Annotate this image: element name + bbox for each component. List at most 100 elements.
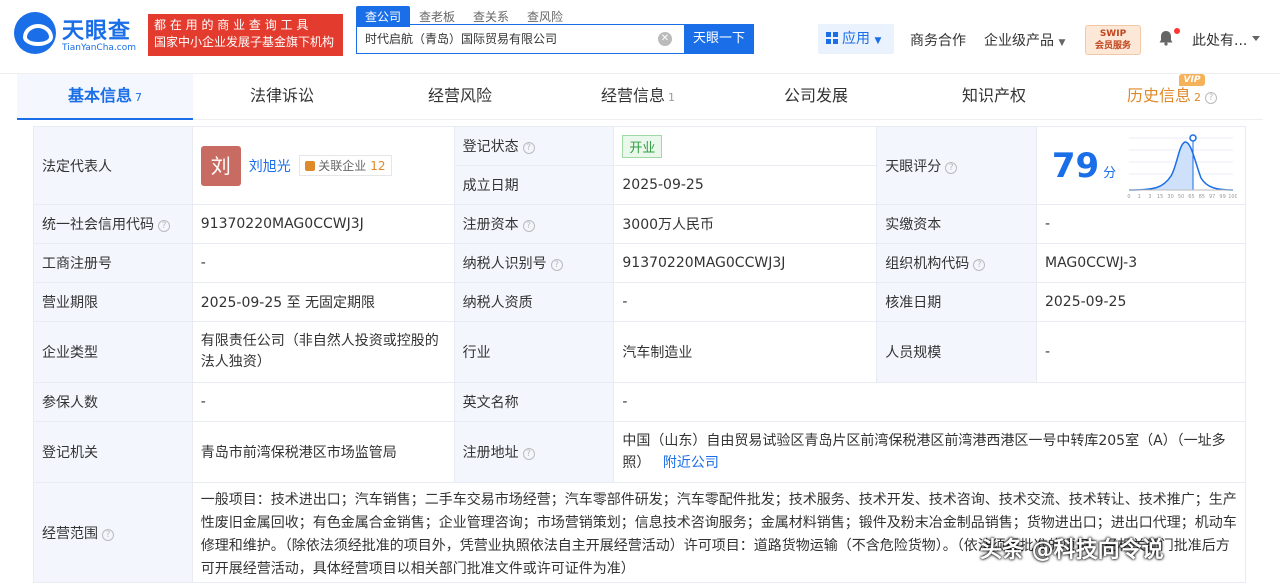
search-button[interactable]: 天眼一下 xyxy=(684,24,754,54)
score-chart-tick: 50 xyxy=(1178,194,1184,200)
tab-legal[interactable]: 法律诉讼 xyxy=(193,74,371,120)
help-icon[interactable]: ? xyxy=(522,142,535,154)
tab-operation[interactable]: 经营信息 1 xyxy=(549,74,727,120)
score-unit: 分 xyxy=(1103,165,1117,181)
user-name[interactable]: 此处有... xyxy=(1192,30,1247,50)
help-icon[interactable]: ? xyxy=(522,448,535,460)
staff-size-value: - xyxy=(1035,321,1247,383)
help-icon[interactable]: ? xyxy=(102,528,114,541)
clear-icon[interactable]: ✕ xyxy=(658,32,672,46)
swip-member-button[interactable]: SWIP 会员服务 xyxy=(1085,25,1141,55)
logo[interactable]: 天眼查 TianYanCha.com xyxy=(14,12,136,54)
paid-capital-label: 实缴资本 xyxy=(876,204,1037,244)
org-code-value[interactable]: MAG0CCWJ-3 xyxy=(1035,243,1247,283)
reg-authority-value: 青岛市前湾保税港区市场监管局 xyxy=(191,421,455,483)
score-display: 79 分 xyxy=(1043,146,1125,186)
chevron-down-icon: ▼ xyxy=(1058,38,1066,48)
english-name-label: 英文名称 xyxy=(453,382,615,422)
nav-enterprise[interactable]: 企业级产品 ▼ xyxy=(984,30,1065,50)
company-type-label: 企业类型 xyxy=(33,321,193,383)
score-chart-tick: 0 xyxy=(1127,194,1130,200)
nav-enterprise-label: 企业级产品 xyxy=(984,33,1054,49)
nav-business[interactable]: 商务合作 xyxy=(910,30,966,50)
english-name-value: - xyxy=(613,382,1246,422)
tab-count: 1 xyxy=(668,91,675,104)
vip-badge: VIP xyxy=(1179,74,1205,86)
found-date-label: 成立日期 xyxy=(453,165,615,205)
scope-label: 经营范围 xyxy=(42,525,98,542)
tab-basic-info[interactable]: 基本信息 7 xyxy=(17,74,193,120)
help-icon[interactable]: ? xyxy=(1205,92,1217,104)
reg-capital-label-cell: 注册资本? xyxy=(453,204,615,244)
help-icon[interactable]: ? xyxy=(550,259,563,271)
avatar[interactable]: 刘 xyxy=(200,145,241,186)
credit-code-label: 统一社会信用代码 xyxy=(42,217,154,233)
score-cell[interactable]: 79 分 0 1 3 15 30 50 65 85 97 99 100 xyxy=(1035,126,1247,205)
legal-rep-name[interactable]: 刘旭光 xyxy=(249,159,291,175)
nearby-companies-link[interactable]: 附近公司 xyxy=(663,455,719,471)
score-chart-tick: 65 xyxy=(1188,194,1194,200)
help-icon[interactable]: ? xyxy=(158,220,170,232)
reg-status-cell: 开业 xyxy=(613,126,878,166)
swip-label: SWIP xyxy=(1099,29,1127,39)
top-bar: 天眼查 TianYanCha.com 都 在 用 的 商 业 查 询 工 具 国… xyxy=(0,0,1280,74)
tab-label: 法律诉讼 xyxy=(249,86,314,105)
help-icon[interactable]: ? xyxy=(973,259,986,271)
search-input-value: 时代启航（青岛）国际贸易有限公司 xyxy=(365,32,558,46)
biz-term-value: 2025-09-25 至 无固定期限 xyxy=(191,282,455,322)
biz-term-label: 营业期限 xyxy=(33,282,193,322)
industry-value: 汽车制造业 xyxy=(613,321,878,383)
slogan-line1: 都 在 用 的 商 业 查 询 工 具 xyxy=(154,18,309,32)
biz-reg-no-label: 工商注册号 xyxy=(33,243,193,283)
legal-rep-cell: 刘刘旭光 关联企业 12 xyxy=(191,126,455,205)
caret-down-icon: ▼ xyxy=(874,36,882,46)
score-chart-tick: 100 xyxy=(1228,194,1237,200)
score-chart-tick: 97 xyxy=(1209,194,1215,200)
tab-history[interactable]: 历史信息 2? xyxy=(1083,74,1261,120)
score-distribution-chart: 0 1 3 15 30 50 65 85 97 99 100 xyxy=(1127,133,1237,200)
score-value: 79 xyxy=(1051,145,1100,186)
industry-label: 行业 xyxy=(453,321,615,383)
score-chart-tick: 3 xyxy=(1148,194,1151,200)
reg-status-label: 登记状态 xyxy=(462,139,519,155)
tab-ip[interactable]: 知识产权 xyxy=(905,74,1083,120)
bell-icon[interactable] xyxy=(1158,30,1174,46)
score-label-cell: 天眼评分? xyxy=(876,126,1037,205)
credit-code-value[interactable]: 91370220MAG0CCWJ3J xyxy=(191,204,455,244)
related-count: 12 xyxy=(370,159,386,173)
org-code-label: 组织机构代码 xyxy=(885,256,970,272)
scope-label-cell: 经营范围? xyxy=(33,482,193,583)
reg-capital-label: 注册资本 xyxy=(462,217,519,233)
watermark: 头条 @科技向令说 xyxy=(980,538,1164,563)
tab-label: 基本信息 xyxy=(67,86,132,105)
user-menu-chevron-icon[interactable] xyxy=(1252,36,1260,41)
help-icon[interactable]: ? xyxy=(522,220,535,232)
tab-count: 2 xyxy=(1194,91,1201,104)
swip-sub-label: 会员服务 xyxy=(1094,41,1131,51)
taxpayer-id-value[interactable]: 91370220MAG0CCWJ3J xyxy=(613,243,878,283)
tab-development[interactable]: 公司发展 xyxy=(727,74,905,120)
legal-rep-label: 法定代表人 xyxy=(33,126,193,205)
tab-label: 经营风险 xyxy=(427,86,492,105)
search-input[interactable]: 时代启航（青岛）国际贸易有限公司 ✕ xyxy=(356,24,684,54)
slogan-line2: 国家中小企业发展子基金旗下机构 xyxy=(154,35,335,49)
logo-text: 天眼查 TianYanCha.com xyxy=(62,13,136,53)
related-label: 关联企业 xyxy=(318,159,367,173)
related-companies-badge[interactable]: 关联企业 12 xyxy=(299,155,392,176)
logo-en: TianYanCha.com xyxy=(62,43,137,53)
reg-status-label-cell: 登记状态? xyxy=(453,126,615,166)
found-date-value: 2025-09-25 xyxy=(613,165,878,205)
tab-risk[interactable]: 经营风险 xyxy=(371,74,549,120)
score-label: 天眼评分 xyxy=(885,158,942,175)
reg-address-cell: 中国（山东）自由贸易试验区青岛片区前湾保税港区前湾港西港区一号中转库205室（A… xyxy=(613,421,1246,483)
apps-button[interactable]: 应用 ▼ xyxy=(818,24,894,54)
logo-cn: 天眼查 xyxy=(62,19,132,44)
tab-label: 经营信息 xyxy=(600,86,665,105)
biz-reg-no-value: - xyxy=(191,243,455,283)
reg-address-label-cell: 注册地址? xyxy=(453,421,615,483)
approve-date-label: 核准日期 xyxy=(876,282,1037,322)
taxpayer-id-label-cell: 纳税人识别号? xyxy=(453,243,615,283)
taxpayer-id-label: 纳税人识别号 xyxy=(462,256,547,272)
help-icon[interactable]: ? xyxy=(945,161,958,174)
section-tabs: 基本信息 7 法律诉讼 经营风险 经营信息 1 公司发展 知识产权 历史信息 2? xyxy=(17,74,1263,120)
